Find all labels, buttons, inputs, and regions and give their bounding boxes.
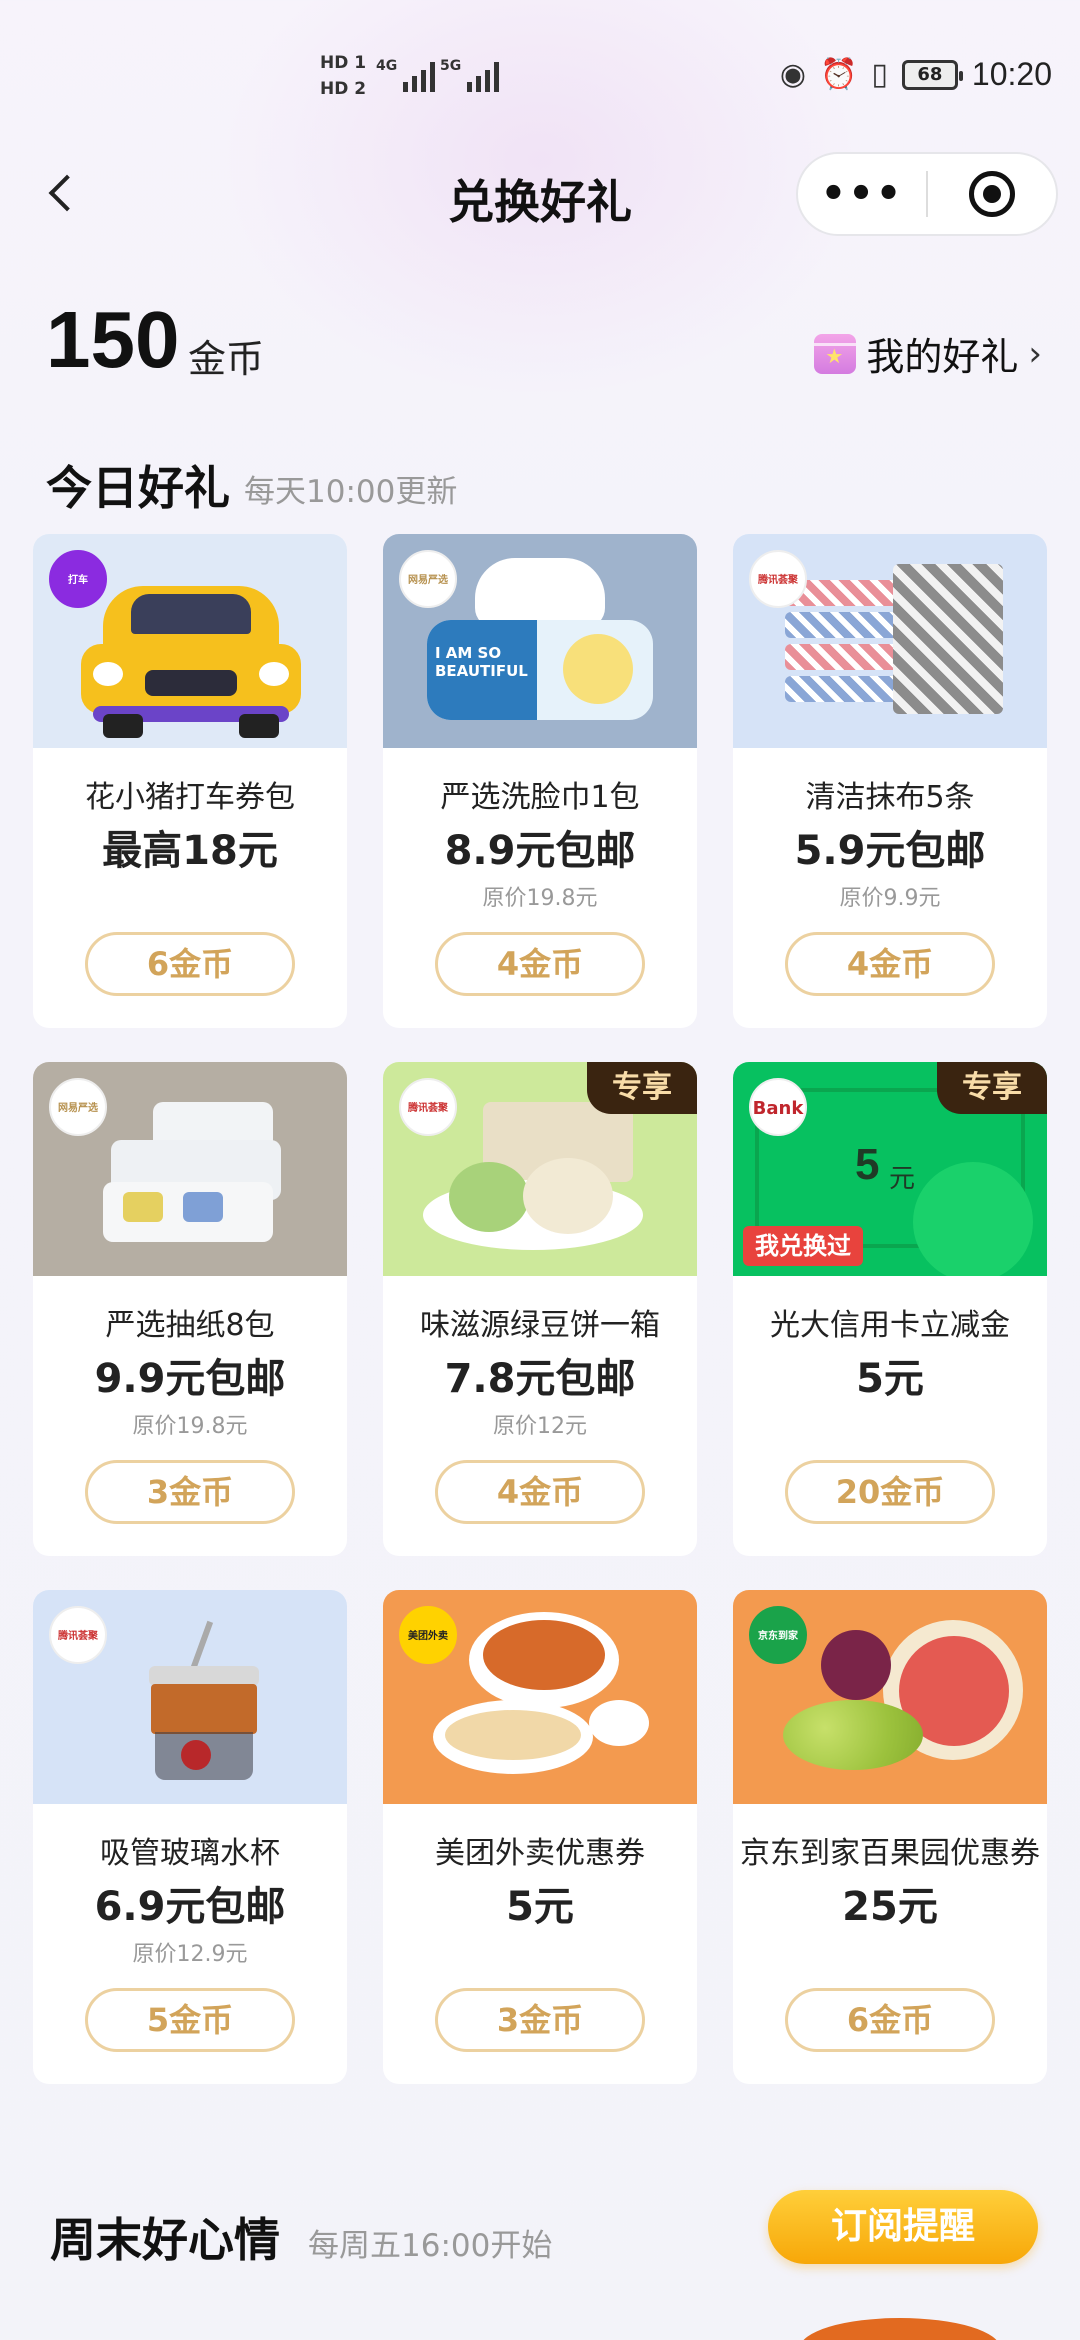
package-text: I AM SO BEAUTIFUL <box>435 644 528 680</box>
gift-icon <box>814 333 857 374</box>
gift-card[interactable]: 京东到家 京东到家百果园优惠券 25元 6金币 <box>733 1590 1047 2084</box>
network-label-2: 5G <box>440 58 462 74</box>
product-price: 5.9元包邮 <box>794 828 986 874</box>
product-name: 味滋源绿豆饼一箱 <box>420 1308 660 1343</box>
brand-logo: 美团外卖 <box>399 1606 457 1664</box>
voucher-value: 5 <box>855 1140 880 1189</box>
close-mini-program-button[interactable] <box>928 171 1056 217</box>
original-price: 原价19.8元 <box>482 886 598 911</box>
my-gifts-link[interactable]: 我的好礼 › <box>814 326 1042 381</box>
product-name: 京东到家百果园优惠券 <box>740 1836 1040 1871</box>
redeem-button[interactable]: 6金币 <box>85 932 295 996</box>
eye-icon: ◉ <box>779 57 807 92</box>
section-subtitle-weekend: 每周五16:00开始 <box>308 2228 553 2264</box>
my-gifts-label: 我的好礼 <box>866 335 1019 379</box>
brand-logo: 腾讯荟聚 <box>49 1606 107 1664</box>
signal-icon-2: 5G <box>440 58 500 92</box>
product-name: 严选抽纸8包 <box>105 1308 275 1343</box>
subscribe-reminder-button[interactable]: 订阅提醒 <box>768 2190 1038 2264</box>
product-name: 美团外卖优惠券 <box>435 1836 645 1871</box>
battery-icon: 68 <box>901 59 963 90</box>
redeem-button[interactable]: 3金币 <box>435 1988 645 2052</box>
product-price: 5元 <box>506 1884 574 1930</box>
section-title-today: 今日好礼 <box>46 461 230 515</box>
product-price: 7.8元包邮 <box>444 1356 636 1402</box>
signal-icon-1: 4G <box>376 58 436 92</box>
product-price: 6.9元包邮 <box>94 1884 286 1930</box>
network-label-1: 4G <box>376 58 398 74</box>
status-right: ◉ ⏰ ▯ 68 10:20 <box>780 56 1052 93</box>
next-card-peek <box>800 2318 1000 2340</box>
coin-unit: 金币 <box>188 337 265 381</box>
mini-program-capsule: ••• <box>796 152 1058 236</box>
product-price: 9.9元包邮 <box>94 1356 286 1402</box>
redeem-button[interactable]: 6金币 <box>785 1988 995 2052</box>
product-price: 8.9元包邮 <box>444 828 636 874</box>
original-price: 原价9.9元 <box>839 886 941 911</box>
original-price: 原价19.8元 <box>132 1414 248 1439</box>
product-name: 清洁抹布5条 <box>805 780 975 815</box>
original-price: 原价12元 <box>493 1414 587 1439</box>
product-price: 25元 <box>842 1884 938 1930</box>
brand-logo: 网易严选 <box>399 550 457 608</box>
product-name: 吸管玻璃水杯 <box>100 1836 280 1871</box>
product-name: 花小猪打车券包 <box>85 780 295 815</box>
gift-card[interactable]: 腾讯荟聚 专享 味滋源绿豆饼一箱 7.8元包邮 原价12元 4金币 <box>383 1062 697 1556</box>
product-price: 5元 <box>856 1356 924 1402</box>
section-subtitle-today: 每天10:00更新 <box>244 474 458 510</box>
redeemed-badge: 我兑换过 <box>743 1226 863 1266</box>
brand-logo: 打车 <box>49 550 107 608</box>
voucher-unit: 元 <box>889 1164 916 1194</box>
exclusive-badge: 专享 <box>587 1062 697 1114</box>
gift-card[interactable]: 网易严选 严选抽纸8包 9.9元包邮 原价19.8元 3金币 <box>33 1062 347 1556</box>
exclusive-badge: 专享 <box>937 1062 1047 1114</box>
status-bar: HD 1 HD 2 4G 5G ◉ ⏰ ▯ 68 10:20 <box>0 0 1080 150</box>
more-options-button[interactable]: ••• <box>798 174 926 214</box>
section-title-weekend: 周末好心情 <box>50 2213 280 2267</box>
brand-logo: 腾讯荟聚 <box>399 1078 457 1136</box>
gift-card[interactable]: I AM SO BEAUTIFUL 网易严选 严选洗脸巾1包 8.9元包邮 原价… <box>383 534 697 1028</box>
hd2-label: HD 2 <box>320 79 367 99</box>
product-name: 光大信用卡立减金 <box>770 1308 1010 1343</box>
vibrate-icon: ▯ <box>871 57 888 92</box>
gift-card[interactable]: 腾讯荟聚 吸管玻璃水杯 6.9元包邮 原价12.9元 5金币 <box>33 1590 347 2084</box>
brand-logo: 网易严选 <box>49 1078 107 1136</box>
redeem-button[interactable]: 5金币 <box>85 1988 295 2052</box>
brand-logo: 腾讯荟聚 <box>749 550 807 608</box>
hd-indicator: HD 1 HD 2 <box>320 50 366 102</box>
redeem-button[interactable]: 3金币 <box>85 1460 295 1524</box>
redeem-button[interactable]: 4金币 <box>435 1460 645 1524</box>
hd1-label: HD 1 <box>320 53 367 73</box>
redeem-button[interactable]: 20金币 <box>785 1460 995 1524</box>
gift-card[interactable]: 腾讯荟聚 清洁抹布5条 5.9元包邮 原价9.9元 4金币 <box>733 534 1047 1028</box>
product-price: 最高18元 <box>102 828 278 874</box>
target-icon <box>968 171 1015 217</box>
brand-logo: 京东到家 <box>749 1606 807 1664</box>
coin-balance: 150 <box>46 295 180 384</box>
brand-logo: Bank <box>749 1078 807 1136</box>
alarm-icon: ⏰ <box>820 57 858 92</box>
redeem-button[interactable]: 4金币 <box>435 932 645 996</box>
gift-card[interactable]: 打车 花小猪打车券包 最高18元 6金币 <box>33 534 347 1028</box>
chevron-right-icon: › <box>1028 333 1042 374</box>
gift-card[interactable]: 美团外卖 美团外卖优惠券 5元 3金币 <box>383 1590 697 2084</box>
clock: 10:20 <box>971 56 1052 92</box>
product-name: 严选洗脸巾1包 <box>440 780 640 815</box>
redeem-button[interactable]: 4金币 <box>785 932 995 996</box>
original-price: 原价12.9元 <box>132 1942 248 1967</box>
gift-card[interactable]: 5 元 我兑换过 Bank 专享 光大信用卡立减金 5元 20金币 <box>733 1062 1047 1556</box>
